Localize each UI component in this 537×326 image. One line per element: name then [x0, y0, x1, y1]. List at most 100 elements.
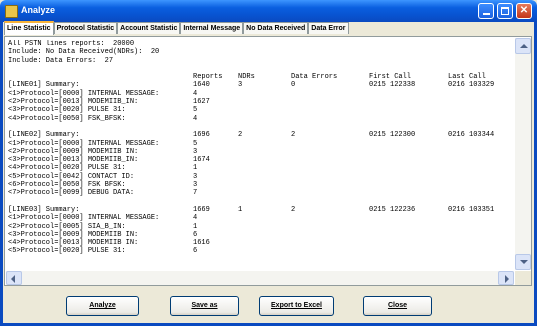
report-cell: 1696 — [193, 131, 210, 140]
report-cell: <1>Protocol=[0000] INTERNAL MESSAGE: — [8, 214, 160, 223]
report-cell: 3 — [238, 81, 243, 90]
horizontal-scrollbar[interactable] — [6, 271, 514, 285]
maximize-button[interactable] — [497, 3, 513, 19]
report-cell: <2>Protocol=[0005] SIA_B_IN: — [8, 222, 126, 231]
report-line: <3>Protocol=[0020] PULSE 31: 5 — [8, 106, 513, 114]
report-line: <6>Protocol=[0050] FSK BFSK: 3 — [8, 181, 513, 189]
title-bar[interactable]: Analyze ✕ — [0, 0, 537, 22]
report-cell: 6 — [193, 247, 198, 256]
tab-data-error[interactable]: Data Error — [308, 22, 349, 34]
report-line: Include: No Data Received(NDRs): 20 — [8, 48, 513, 56]
report-cell: <4>Protocol=[0020] PULSE 31: — [8, 164, 126, 173]
report-line: <1>Protocol=[0000] INTERNAL MESSAGE: 5 — [8, 140, 513, 148]
report-line — [8, 65, 513, 73]
report-cell: <3>Protocol=[0013] MODEMIIB_IN: — [8, 156, 139, 165]
report-cell: 0 — [291, 81, 296, 90]
arrow-up-icon — [520, 44, 528, 48]
arrow-down-icon — [520, 260, 528, 264]
report-cell: 2 — [238, 131, 243, 140]
arrow-right-icon — [505, 275, 509, 283]
report-cell: <5>Protocol=[0042] CONTACT ID: — [8, 172, 135, 181]
report-text-area[interactable]: All PSTN lines reports: 20000 Include: No… — [8, 40, 513, 272]
report-line — [8, 198, 513, 206]
vertical-scrollbar[interactable] — [515, 38, 531, 270]
report-cell: <2>Protocol=[0009] MODEMIIB IN: — [8, 147, 139, 156]
report-cell: 0216 103344 — [448, 131, 495, 140]
report-cell: Include: No Data Received(NDRs): 20 — [8, 48, 160, 57]
report-cell: 3 — [193, 181, 198, 190]
report-line: <7>Protocol=[0099] DEBUG DATA: 7 — [8, 189, 513, 197]
report-line: <2>Protocol=[0005] SIA_B_IN: 1 — [8, 223, 513, 231]
report-cell: 0215 122300 — [369, 131, 416, 140]
maximize-icon — [501, 7, 509, 15]
report-cell: 5 — [193, 139, 198, 148]
scroll-left-button[interactable] — [6, 271, 22, 285]
scroll-corner — [515, 271, 531, 285]
tab-account-statistic[interactable]: Account Statistic — [117, 22, 181, 34]
report-line: <3>Protocol=[0013] MODEMIIB_IN: 1674 — [8, 156, 513, 164]
export-to-excel-button[interactable]: Export to Excel — [259, 296, 334, 316]
report-cell: Data Errors — [291, 73, 338, 82]
report-cell: <5>Protocol=[0020] PULSE 31: — [8, 247, 126, 256]
report-cell: 1669 — [193, 205, 210, 214]
report-cell: 1 — [193, 222, 198, 231]
report-cell: 3 — [193, 147, 198, 156]
window-title: Analyze — [21, 5, 56, 15]
report-cell: <1>Protocol=[0000] INTERNAL MESSAGE: — [8, 139, 160, 148]
report-cell: 1 — [193, 164, 198, 173]
report-cell: 7 — [193, 189, 198, 198]
report-cell: 4 — [193, 114, 198, 123]
report-cell: <2>Protocol=[0013] MODEMIIB_IN: — [8, 98, 139, 107]
save-as-button[interactable]: Save as — [170, 296, 239, 316]
report-cell: [LINE02] Summary: — [8, 131, 80, 140]
report-cell: 2 — [291, 131, 296, 140]
report-cell: <3>Protocol=[0009] MODEMIIB IN: — [8, 230, 139, 239]
tab-internal-message[interactable]: Internal Message — [180, 22, 244, 34]
report-line: <4>Protocol=[0050] FSK_BFSK: 4 — [8, 115, 513, 123]
close-button[interactable]: Close — [363, 296, 432, 316]
report-cell: 4 — [193, 89, 198, 98]
report-line: Include: Data Errors: 27 — [8, 57, 513, 65]
report-cell: 1627 — [193, 98, 210, 107]
report-line: <2>Protocol=[0009] MODEMIIB IN: 3 — [8, 148, 513, 156]
report-cell: 6 — [193, 230, 198, 239]
report-cell: <1>Protocol=[0000] INTERNAL MESSAGE: — [8, 89, 160, 98]
report-cell: 0215 122338 — [369, 81, 416, 90]
minimize-button[interactable] — [478, 3, 494, 19]
report-cell: 1674 — [193, 156, 210, 165]
report-line: <5>Protocol=[0020] PULSE 31: 6 — [8, 247, 513, 255]
report-cell: <3>Protocol=[0020] PULSE 31: — [8, 106, 126, 115]
report-cell: 0215 122236 — [369, 205, 416, 214]
report-panel: All PSTN lines reports: 20000 Include: No… — [4, 36, 532, 286]
scroll-right-button[interactable] — [498, 271, 514, 285]
report-line: <4>Protocol=[0020] PULSE 31: 1 — [8, 164, 513, 172]
report-cell: 4 — [193, 214, 198, 223]
minimize-icon — [483, 13, 490, 15]
analyze-button[interactable]: Analyze — [66, 296, 139, 316]
scroll-down-button[interactable] — [515, 254, 531, 270]
tab-strip: Line Statistic Protocol Statistic Accoun… — [4, 21, 349, 36]
report-cell: <7>Protocol=[0099] DEBUG DATA: — [8, 189, 135, 198]
report-line: <2>Protocol=[0013] MODEMIIB_IN: 1627 — [8, 98, 513, 106]
report-line — [8, 123, 513, 131]
report-cell: 1640 — [193, 81, 210, 90]
report-cell: Reports — [193, 73, 223, 82]
report-cell: First Call — [369, 73, 412, 82]
report-cell: 2 — [291, 205, 296, 214]
report-cell: 1616 — [193, 239, 210, 248]
scroll-up-button[interactable] — [515, 38, 531, 54]
arrow-left-icon — [11, 275, 15, 283]
tab-line-statistic[interactable]: Line Statistic — [4, 21, 54, 35]
report-line: [LINE01] Summary: 1640 3 0 0215 122338 0216 1… — [8, 81, 513, 89]
report-cell: <4>Protocol=[0050] FSK_BFSK: — [8, 114, 126, 123]
report-cell: [LINE01] Summary: — [8, 81, 80, 90]
report-cell: Last Call — [448, 73, 486, 82]
report-cell: 3 — [193, 172, 198, 181]
report-line: <3>Protocol=[0009] MODEMIIB IN: 6 — [8, 231, 513, 239]
close-window-button[interactable]: ✕ — [516, 3, 532, 19]
report-cell: 0216 103351 — [448, 205, 495, 214]
report-cell: 0216 103329 — [448, 81, 495, 90]
tab-protocol-statistic[interactable]: Protocol Statistic — [53, 22, 118, 34]
report-line: All PSTN lines reports: 20000 — [8, 40, 513, 48]
tab-no-data-received[interactable]: No Data Received — [243, 22, 309, 34]
